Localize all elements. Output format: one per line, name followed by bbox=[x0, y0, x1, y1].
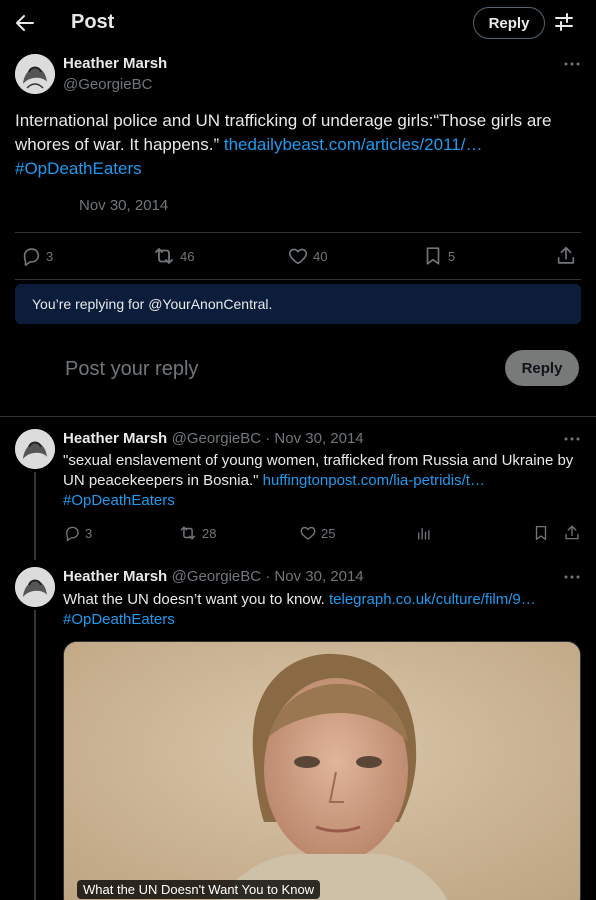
bookmark-count: 5 bbox=[448, 248, 456, 264]
reply-action[interactable]: 3 bbox=[63, 524, 92, 542]
reply-header: Heather Marsh @GeorgieBC · Nov 30, 2014 bbox=[63, 568, 364, 586]
reply-count: 3 bbox=[46, 248, 54, 264]
author-name[interactable]: Heather Marsh bbox=[63, 55, 167, 72]
reply-submit-button[interactable]: Reply bbox=[505, 350, 579, 386]
page-title: Post bbox=[71, 11, 115, 33]
reply-body: What the UN doesn’t want you to know. bbox=[63, 591, 329, 608]
author-name[interactable]: Heather Marsh bbox=[63, 430, 167, 447]
author-handle[interactable]: @GeorgieBC bbox=[63, 76, 152, 93]
reply-count: 3 bbox=[85, 525, 93, 541]
analytics-icon[interactable] bbox=[415, 524, 433, 542]
reply-hashtag[interactable]: #OpDeathEaters bbox=[63, 611, 175, 628]
reply-link[interactable]: huffingtonpost.com/lia-petridis/t… bbox=[263, 472, 485, 489]
post-link[interactable]: thedailybeast.com/articles/2011/… bbox=[224, 135, 483, 154]
avatar[interactable] bbox=[15, 54, 55, 94]
repost-action[interactable]: 28 bbox=[178, 524, 216, 542]
repost-icon bbox=[152, 245, 176, 267]
bookmark-icon bbox=[422, 245, 444, 267]
reply-actions: 3 28 25 bbox=[63, 523, 581, 545]
like-count: 25 bbox=[321, 525, 336, 541]
reply-action[interactable]: 3 bbox=[20, 245, 53, 267]
repost-count: 28 bbox=[202, 525, 217, 541]
repost-count: 46 bbox=[180, 248, 195, 264]
reply-icon bbox=[63, 524, 81, 542]
post-date[interactable]: Nov 30, 2014 bbox=[79, 197, 168, 214]
share-icon[interactable] bbox=[563, 524, 581, 542]
more-options-icon[interactable] bbox=[562, 569, 582, 585]
like-count: 40 bbox=[313, 248, 328, 264]
header-reply-button[interactable]: Reply bbox=[473, 7, 545, 39]
reply-hashtag[interactable]: #OpDeathEaters bbox=[63, 492, 175, 509]
divider bbox=[15, 279, 581, 280]
sliders-icon[interactable] bbox=[550, 8, 578, 36]
repost-action[interactable]: 46 bbox=[152, 245, 194, 267]
back-arrow-icon[interactable] bbox=[10, 8, 40, 38]
thread-connector bbox=[34, 610, 36, 900]
like-action[interactable]: 40 bbox=[287, 245, 327, 267]
more-options-icon[interactable] bbox=[562, 431, 582, 447]
more-options-icon[interactable] bbox=[562, 56, 582, 72]
replying-for-banner: You’re replying for @YourAnonCentral. bbox=[15, 284, 581, 324]
bookmark-icon[interactable] bbox=[532, 524, 550, 542]
divider bbox=[0, 416, 596, 417]
reply-input[interactable] bbox=[65, 355, 485, 383]
share-icon[interactable] bbox=[555, 245, 577, 267]
reply-icon bbox=[20, 245, 42, 267]
post-hashtag[interactable]: #OpDeathEaters bbox=[15, 159, 142, 178]
avatar[interactable] bbox=[15, 567, 55, 607]
reply-text: "sexual enslavement of young women, traf… bbox=[63, 451, 581, 511]
author-name[interactable]: Heather Marsh bbox=[63, 568, 167, 585]
reply-link[interactable]: telegraph.co.uk/culture/film/9… bbox=[329, 591, 536, 608]
top-bar: Post Reply bbox=[0, 0, 596, 46]
thread-connector bbox=[34, 472, 36, 560]
author-meta[interactable]: @GeorgieBC · Nov 30, 2014 bbox=[172, 568, 364, 585]
repost-icon bbox=[178, 524, 198, 542]
author-meta[interactable]: @GeorgieBC · Nov 30, 2014 bbox=[172, 430, 364, 447]
media-caption: What the UN Doesn't Want You to Know bbox=[77, 880, 321, 899]
heart-icon bbox=[287, 245, 309, 267]
bookmark-action[interactable]: 5 bbox=[422, 245, 455, 267]
reply-text: What the UN doesn’t want you to know. te… bbox=[63, 590, 581, 630]
like-action[interactable]: 25 bbox=[299, 524, 335, 542]
media-card[interactable]: What the UN Doesn't Want You to Know bbox=[63, 641, 581, 900]
reply-header: Heather Marsh @GeorgieBC · Nov 30, 2014 bbox=[63, 430, 364, 448]
post-actions: 3 46 40 5 bbox=[15, 233, 581, 279]
portrait-image bbox=[64, 642, 580, 900]
avatar[interactable] bbox=[15, 429, 55, 469]
post-text: International police and UN trafficking … bbox=[15, 109, 585, 181]
heart-icon bbox=[299, 524, 317, 542]
